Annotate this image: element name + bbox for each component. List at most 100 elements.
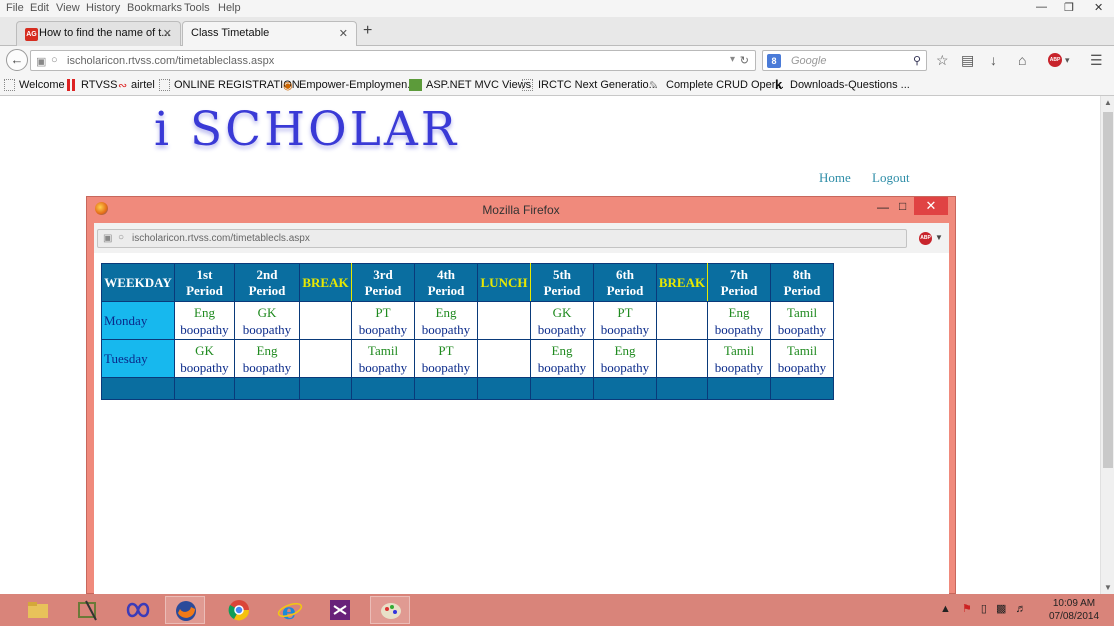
visual-studio-icon[interactable]	[320, 596, 360, 624]
battery-icon[interactable]: ▯	[981, 603, 987, 615]
tab-how-to-find[interactable]: AG How to find the name of t... ✕	[16, 21, 181, 46]
footer-cell	[414, 377, 478, 400]
adblock-icon[interactable]: ABP	[1048, 53, 1062, 67]
period-cell: Eng boopathy	[174, 301, 235, 340]
period-column-header: 8th Period	[770, 263, 834, 302]
adblock-dropdown-icon[interactable]: ▼	[935, 233, 943, 242]
bookmark-airtel[interactable]: airtel	[131, 79, 155, 91]
popup-url-area: ▣ ○ ischolaricon.rtvss.com/timetablecls.…	[94, 223, 949, 253]
menu-tools[interactable]: Tools	[184, 2, 210, 14]
close-icon[interactable]: ✕	[1094, 1, 1103, 14]
bookmark-rtvss[interactable]: RTVSS	[81, 79, 117, 91]
subject-name: Eng	[194, 304, 215, 320]
page-info-icon[interactable]: ▣	[103, 233, 112, 244]
internet-explorer-icon[interactable]: e	[270, 596, 310, 625]
teacher-name: boopathy	[714, 359, 764, 375]
minimize-icon[interactable]: —	[1036, 1, 1047, 13]
reload-icon[interactable]: ↻	[740, 54, 749, 67]
menu-file[interactable]: File	[6, 2, 24, 14]
downloads-icon[interactable]: ↓	[990, 52, 997, 68]
bookmark-irctc[interactable]: IRCTC Next Generatio...	[538, 79, 658, 91]
action-center-icon[interactable]: ⚑	[962, 603, 972, 615]
popup-close-icon[interactable]: ✕	[914, 197, 948, 215]
menu-bookmarks[interactable]: Bookmarks	[127, 2, 182, 14]
page-info-icon[interactable]: ▣	[36, 55, 46, 68]
teacher-name: boopathy	[600, 321, 650, 337]
adblock-dropdown-icon[interactable]: ▾	[1065, 55, 1070, 66]
timetable-header-row: WEEKDAY 1st Period 2nd Period BREAK 3rd Period 4…	[101, 263, 834, 302]
visual-studio-infinity-icon[interactable]	[118, 596, 158, 624]
timetable-row: Tuesday GK boopathy Eng boopathy Tamil boopath…	[101, 339, 834, 378]
menu-help[interactable]: Help	[218, 2, 241, 14]
url-bar[interactable]: ▣ ○ ischolaricon.rtvss.com/timetableclas…	[30, 50, 756, 71]
menu-edit[interactable]: Edit	[30, 2, 49, 14]
network-icon[interactable]: ▩	[996, 603, 1006, 615]
file-explorer-icon[interactable]	[18, 596, 58, 624]
crud-icon: ✎	[649, 80, 659, 92]
logout-link[interactable]: Logout	[872, 170, 910, 186]
empower-icon: ◉	[283, 80, 293, 92]
search-bar[interactable]: 8 Google ⚲	[762, 50, 927, 71]
google-icon[interactable]: 8	[767, 54, 781, 68]
bookmark-star-icon[interactable]: ☆	[936, 52, 949, 69]
menu-history[interactable]: History	[86, 2, 120, 14]
teacher-name: boopathy	[714, 321, 764, 337]
tab-close-icon[interactable]: ✕	[163, 27, 172, 40]
footer-cell	[593, 377, 657, 400]
scroll-up-icon[interactable]: ▲	[1104, 98, 1112, 107]
bookmark-aspnet-mvc[interactable]: ASP.NET MVC Views	[426, 79, 531, 91]
new-tab-icon[interactable]: +	[363, 22, 372, 40]
tab-close-icon[interactable]: ✕	[339, 27, 348, 40]
bookmark-empower[interactable]: Empower-Employmen...	[299, 79, 416, 91]
bookmark-downloads-questions[interactable]: Downloads-Questions ...	[790, 79, 910, 91]
search-icon[interactable]: ⚲	[913, 54, 921, 67]
home-icon[interactable]: ⌂	[1018, 52, 1026, 68]
subject-name: GK	[552, 304, 572, 320]
bookmark-welcome[interactable]: Welcome	[19, 79, 65, 91]
reading-list-icon[interactable]: ▤	[961, 52, 974, 69]
popup-url-bar[interactable]: ▣ ○ ischolaricon.rtvss.com/timetablecls.…	[97, 229, 907, 248]
snipping-tool-icon[interactable]	[68, 596, 108, 624]
subject-name: Tamil	[367, 342, 399, 358]
teacher-name: boopathy	[777, 321, 827, 337]
period-cell: Eng boopathy	[707, 301, 771, 340]
url-dropdown-icon[interactable]: ▾	[730, 54, 735, 65]
firefox-icon[interactable]	[165, 596, 205, 624]
scroll-thumb[interactable]	[1103, 112, 1113, 468]
bookmarks-toolbar: Welcome RTVSS ∾ airtel ONLINE REGISTRATI…	[0, 74, 1114, 96]
break-column-header: LUNCH	[477, 263, 531, 302]
menu-hamburger-icon[interactable]: ☰	[1090, 52, 1103, 69]
paint-icon[interactable]	[370, 596, 410, 624]
restore-icon[interactable]: ❐	[1064, 1, 1074, 14]
adblock-icon[interactable]: ABP	[919, 232, 932, 245]
period-cell: Eng boopathy	[530, 339, 594, 378]
menu-view[interactable]: View	[56, 2, 80, 14]
back-button[interactable]: ←	[6, 49, 28, 71]
subject-name: Eng	[551, 342, 573, 358]
clock[interactable]: 10:09 AM 07/08/2014	[1040, 597, 1108, 623]
period-cell: Tamil boopathy	[351, 339, 415, 378]
airtel-icon: ∾	[118, 80, 128, 92]
header-line-2: Period	[427, 282, 465, 298]
tab-class-timetable[interactable]: Class Timetable ✕	[182, 21, 357, 46]
popup-body: WEEKDAY 1st Period 2nd Period BREAK 3rd Period 4…	[94, 253, 949, 595]
popup-maximize-icon[interactable]: □	[899, 199, 906, 213]
page-scrollbar[interactable]: ▲ ▼	[1100, 96, 1114, 594]
bookmark-online-registration[interactable]: ONLINE REGISTRATION	[174, 79, 300, 91]
chrome-icon[interactable]	[219, 596, 259, 624]
tray-expand-icon[interactable]: ▲	[940, 603, 951, 615]
header-line-1: BREAK	[658, 274, 706, 290]
bookmark-crud[interactable]: Complete CRUD Oper...	[666, 79, 784, 91]
period-cell: Eng boopathy	[414, 301, 478, 340]
subject-name: GK	[195, 342, 214, 358]
popup-minimize-icon[interactable]: —	[877, 200, 889, 214]
home-link[interactable]: Home	[819, 170, 851, 186]
teacher-name: boopathy	[777, 359, 827, 375]
page-icon	[159, 79, 170, 91]
volume-icon[interactable]: ♬	[1015, 603, 1026, 615]
teacher-name: boopathy	[537, 359, 587, 375]
search-placeholder: Google	[791, 55, 827, 67]
footer-cell	[299, 377, 352, 400]
scroll-down-icon[interactable]: ▼	[1104, 583, 1112, 592]
period-cell: Eng boopathy	[593, 339, 657, 378]
